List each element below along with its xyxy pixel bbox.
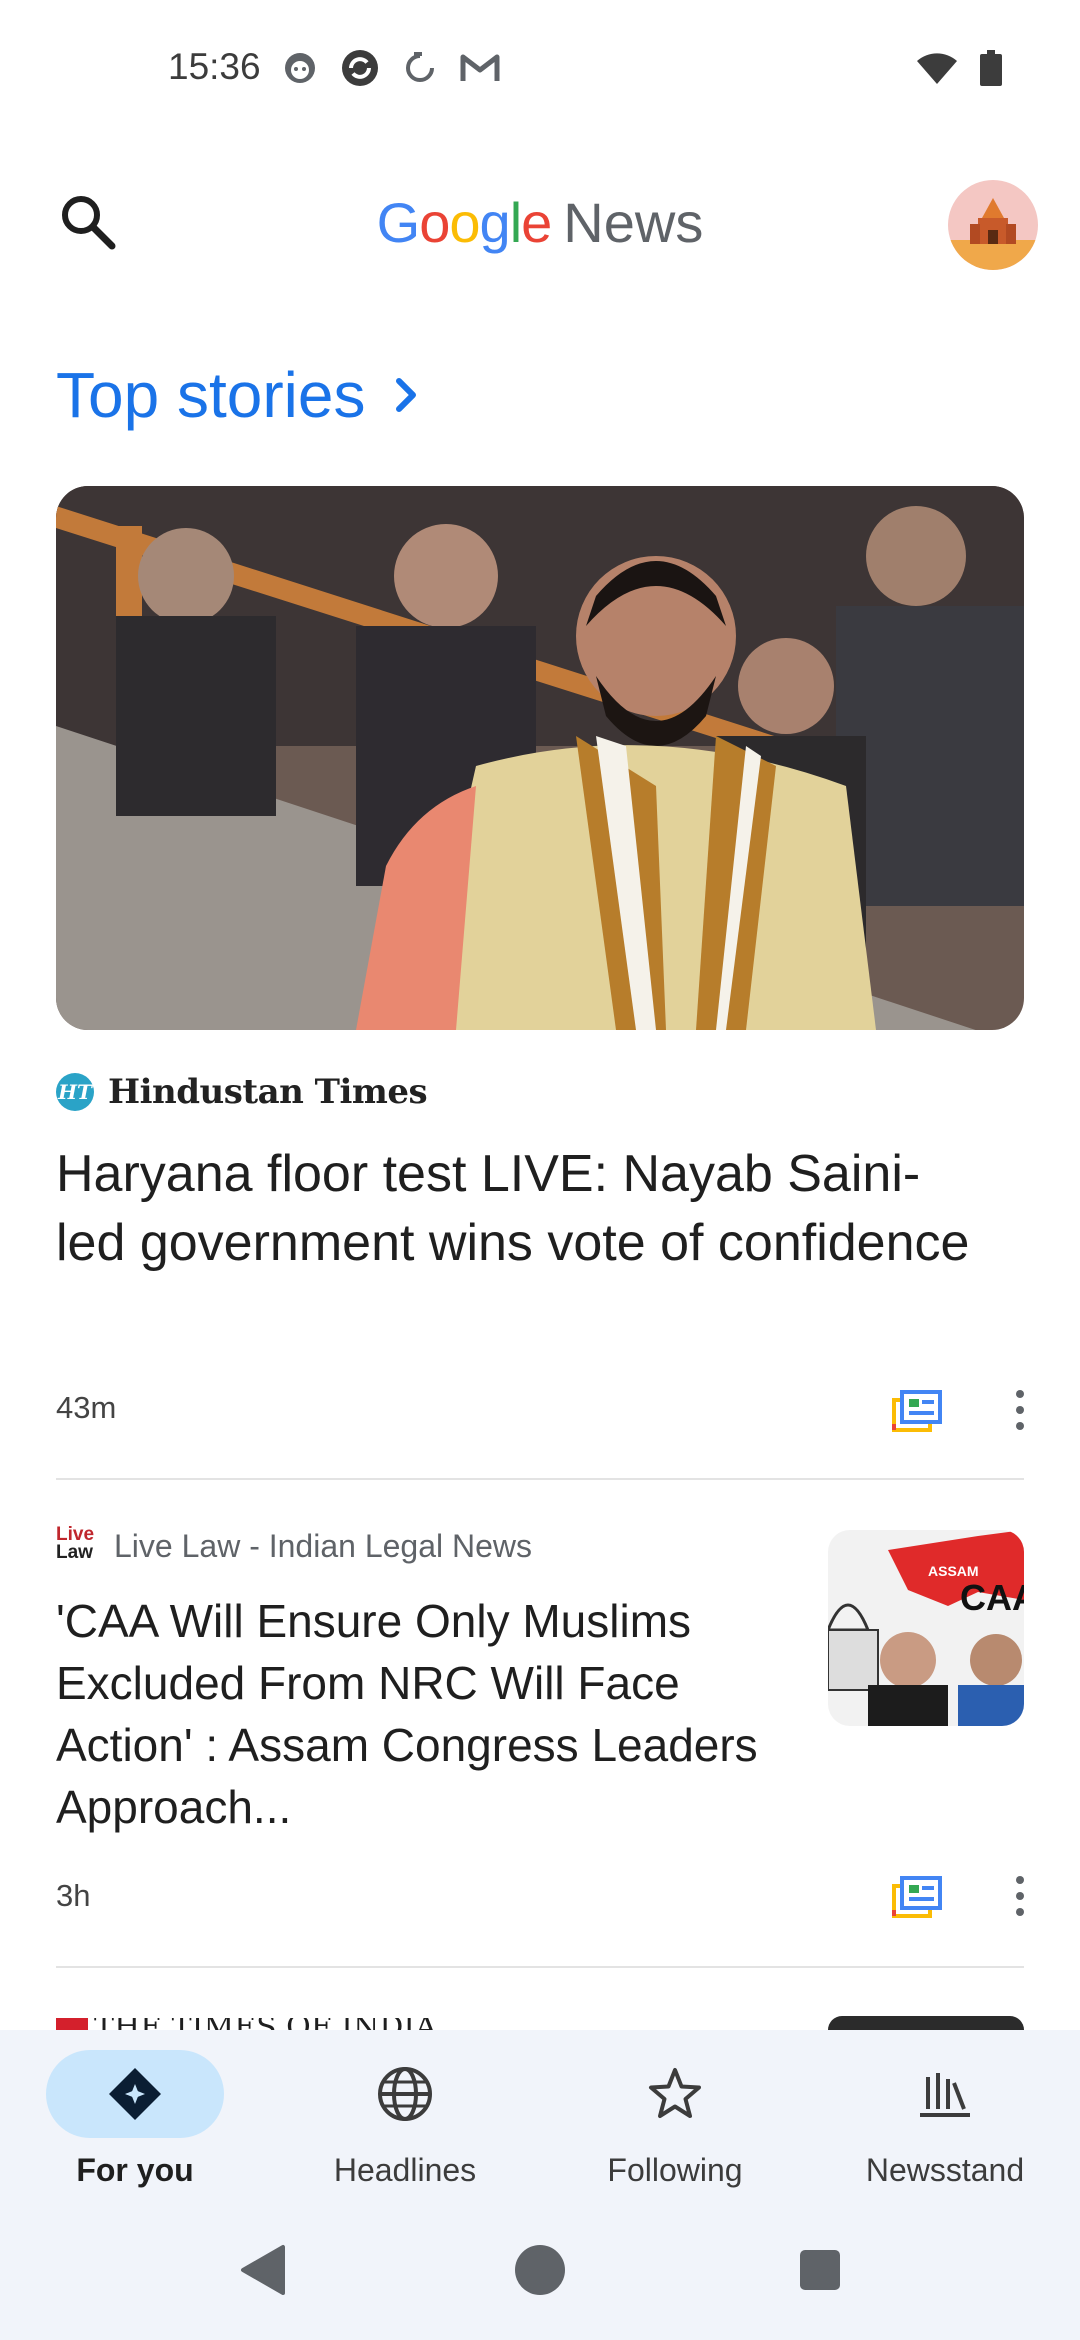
nav-active-indicator <box>46 2050 224 2138</box>
full-coverage-button[interactable] <box>892 1876 942 1923</box>
story-source[interactable]: HT Hindustan Times <box>56 1072 428 1112</box>
nav-label: Following <box>607 2152 743 2188</box>
nav-newsstand[interactable]: Newsstand <box>810 2050 1080 2189</box>
section-title: Top stories <box>56 359 366 431</box>
more-options-icon[interactable] <box>1014 1390 1026 1430</box>
nav-icon-container <box>856 2050 1034 2138</box>
globe-icon <box>378 2067 432 2121</box>
divider <box>56 1966 1024 1968</box>
more-options-icon[interactable] <box>1014 1876 1026 1916</box>
home-icon <box>515 2245 565 2295</box>
toi-logo <box>56 2018 88 2030</box>
live-law-logo-law: Law <box>56 1542 93 1563</box>
story-thumbnail[interactable]: ASSAM CAA <box>828 1530 1024 1726</box>
story-image[interactable] <box>56 486 1024 1030</box>
loading-icon <box>400 48 440 88</box>
source-name: THE TIMES OF INDIA <box>94 2018 437 2030</box>
story-time: 43m <box>56 1390 117 1425</box>
full-coverage-button[interactable] <box>892 1390 942 1437</box>
story-thumbnail[interactable] <box>828 2016 1024 2030</box>
nav-headlines[interactable]: Headlines <box>270 2050 540 2189</box>
top-stories-header[interactable]: Top stories <box>56 358 421 432</box>
brand-letter: g <box>479 191 511 254</box>
notification-icons <box>280 48 500 88</box>
brand-letter: o <box>419 191 450 254</box>
status-right-icons <box>916 50 1002 86</box>
chevron-right-icon <box>396 378 417 412</box>
battery-icon <box>980 50 1002 86</box>
divider <box>56 1478 1024 1480</box>
star-icon <box>649 2068 701 2118</box>
story-time: 3h <box>56 1878 91 1913</box>
app-title: Google News <box>0 190 1080 256</box>
sync-icon <box>340 48 380 88</box>
story-headline[interactable]: Haryana floor test LIVE: Nayab Saini-led… <box>56 1140 976 1278</box>
full-coverage-icon <box>892 1390 942 1432</box>
source-name: Live Law - Indian Legal News <box>114 1527 533 1564</box>
recents-button[interactable] <box>790 2240 850 2300</box>
gmail-icon <box>460 48 500 88</box>
app-title-product: News <box>563 191 704 254</box>
full-coverage-icon <box>892 1876 942 1918</box>
diamond-icon <box>109 2068 161 2120</box>
nav-label: Headlines <box>333 2152 477 2188</box>
thumb-text-caa: CAA <box>960 1577 1024 1618</box>
story-source[interactable]: Live Law Live Law - Indian Legal News <box>56 1525 533 1566</box>
nav-icon-container <box>586 2050 764 2138</box>
brand-letter: e <box>521 191 552 254</box>
back-icon <box>241 2245 285 2295</box>
story-headline[interactable]: 'CAA Will Ensure Only Muslims Excluded F… <box>56 1590 776 1838</box>
nav-icon-container <box>316 2050 494 2138</box>
nav-label: For you <box>76 2152 194 2188</box>
back-button[interactable] <box>232 2240 292 2300</box>
source-name: Hindustan Times <box>108 1072 428 1112</box>
nav-for-you[interactable]: For you <box>0 2050 270 2189</box>
status-time: 15:36 <box>168 46 261 87</box>
nav-label: Newsstand <box>865 2152 1025 2188</box>
face-icon <box>280 48 320 88</box>
avatar[interactable] <box>948 180 1038 270</box>
brand-letter: o <box>449 191 480 254</box>
nav-following[interactable]: Following <box>540 2050 810 2189</box>
newsstand-icon <box>920 2073 970 2117</box>
wifi-icon <box>917 53 957 84</box>
live-law-logo: Live Law <box>56 1525 100 1566</box>
story-source-peek[interactable]: THE TIMES OF INDIA <box>56 2018 456 2030</box>
recents-icon <box>800 2250 840 2290</box>
google-logo-text: Google <box>376 191 553 254</box>
home-button[interactable] <box>510 2240 570 2300</box>
hindustan-times-logo: HT <box>56 1073 94 1111</box>
brand-letter: G <box>376 191 421 254</box>
brand-letter: l <box>509 191 522 254</box>
